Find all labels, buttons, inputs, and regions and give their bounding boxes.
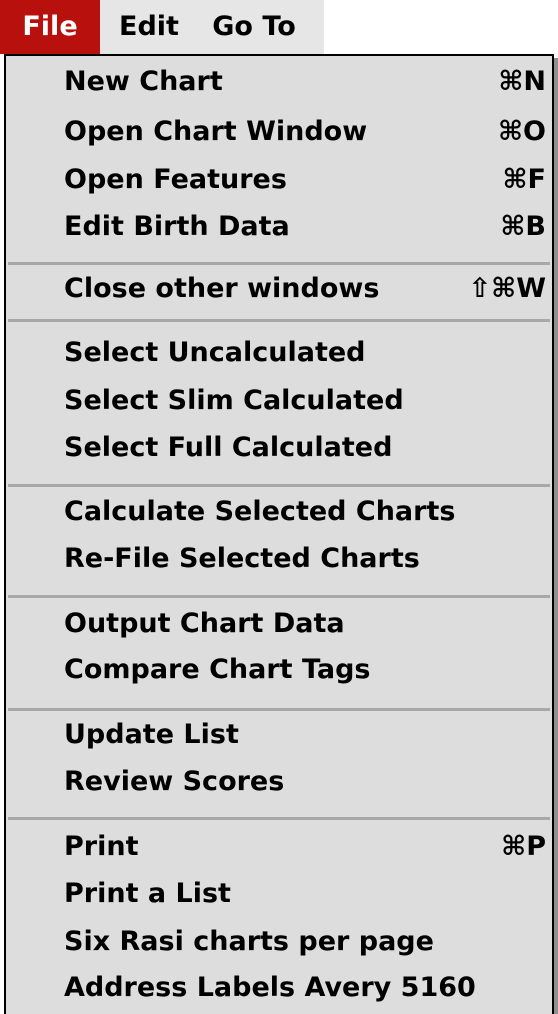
menu-item-shortcut: ⌘O [497,116,546,147]
menu-item-label: Print [64,831,139,862]
menu-item-label: Close other windows [64,273,380,304]
menu-item-label: Update List [64,719,239,750]
menu-item-label: New Chart [64,66,223,97]
menu-item-compare-chart-tags[interactable]: Compare Chart Tags [8,645,550,695]
menu-item-label: Select Uncalculated [64,337,366,368]
menu-separator [8,319,550,322]
menu-item-label: Address Labels Avery 5160 [64,972,476,1003]
menu-item-calculate-selected-charts[interactable]: Calculate Selected Charts [8,487,550,537]
menu-item-shortcut: ⌘F [502,164,547,195]
menu-item-label: Select Slim Calculated [64,385,404,416]
menu-item-label: Calculate Selected Charts [64,496,456,527]
menu-title-go-to[interactable]: Go To [198,0,310,54]
menu-item-edit-birth-data[interactable]: Edit Birth Data ⌘B [8,202,550,252]
menu-item-label: Print a List [64,878,231,909]
file-menu-dropdown: New Chart ⌘N Open Chart Window ⌘O Open F… [4,54,554,1014]
menu-shadow [554,58,558,1014]
menu-item-label: Open Chart Window [64,116,368,147]
menu-item-label: Open Features [64,164,287,195]
menu-item-label: Re-File Selected Charts [64,543,420,574]
menu-separator [8,595,550,598]
menu-item-label: Compare Chart Tags [64,654,371,685]
menu-item-six-rasi-charts-per-page[interactable]: Six Rasi charts per page [8,917,550,967]
menu-item-open-features[interactable]: Open Features ⌘F [8,155,550,205]
menu-item-select-slim-calculated[interactable]: Select Slim Calculated [8,376,550,426]
menu-title-file[interactable]: File [0,0,100,54]
menu-item-new-chart[interactable]: New Chart ⌘N [8,57,550,107]
menu-item-label: Six Rasi charts per page [64,926,434,957]
menu-item-shortcut: ⌘P [501,831,546,862]
menu-item-update-list[interactable]: Update List [8,710,550,760]
menu-item-open-chart-window[interactable]: Open Chart Window ⌘O [8,107,550,157]
menu-item-re-file-selected-charts[interactable]: Re-File Selected Charts [8,534,550,584]
menu-item-select-full-calculated[interactable]: Select Full Calculated [8,423,550,473]
menu-item-label: Review Scores [64,766,285,797]
menu-item-address-labels-avery-5160[interactable]: Address Labels Avery 5160 [8,963,550,1013]
menu-bar: File Edit Go To [0,0,324,54]
menu-item-select-uncalculated[interactable]: Select Uncalculated [8,328,550,378]
menu-item-shortcut: ⇧⌘W [468,273,546,304]
menu-item-review-scores[interactable]: Review Scores [8,757,550,807]
menu-item-print[interactable]: Print ⌘P [8,822,550,872]
menu-item-shortcut: ⌘N [498,66,546,97]
menu-title-edit[interactable]: Edit [100,0,198,54]
menu-item-print-a-list[interactable]: Print a List [8,869,550,919]
menu-item-output-chart-data[interactable]: Output Chart Data [8,599,550,649]
menu-item-label: Output Chart Data [64,608,345,639]
menu-item-shortcut: ⌘B [500,211,546,242]
menu-item-label: Select Full Calculated [64,432,393,463]
menu-item-close-other-windows[interactable]: Close other windows ⇧⌘W [8,264,550,314]
menu-item-label: Edit Birth Data [64,211,290,242]
menu-separator [8,817,550,820]
